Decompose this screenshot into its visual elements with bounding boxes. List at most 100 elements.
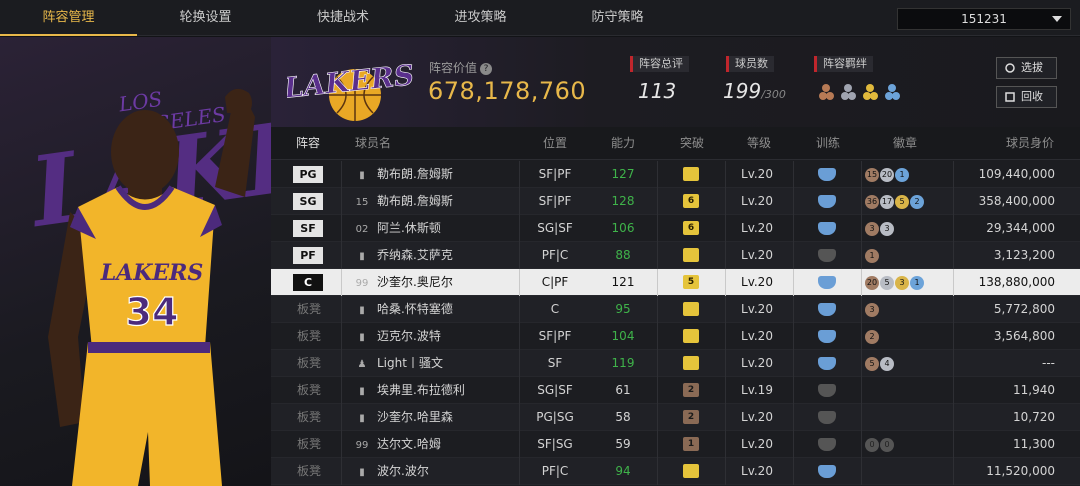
chevron-down-icon [1052,16,1062,22]
divider [341,242,342,269]
badge-icon: 15 [865,167,879,182]
divider [657,377,658,404]
player-name[interactable]: 勒布朗.詹姆斯 [377,194,453,208]
training-shield-icon[interactable] [818,168,836,181]
slot-badge: SG [293,193,323,210]
badge-icon: 1 [910,275,924,290]
training-shield-icon[interactable] [818,357,836,370]
player-name[interactable]: 阿兰.休斯顿 [377,221,441,235]
bond-icon-3[interactable] [863,84,878,100]
player-name[interactable]: 迈克尔.波特 [377,329,441,343]
player-ability: 119 [611,356,635,370]
slot-label: 板凳 [297,302,322,316]
help-icon[interactable]: ? [480,62,493,75]
badge-list[interactable]: 00 [865,431,895,458]
bond-icon-4[interactable] [885,84,900,100]
badge-list[interactable]: 15 20 1 [865,161,910,188]
signal-icon: ▮ [359,467,365,478]
breakthrough-crown-icon[interactable]: 5 [683,275,699,289]
breakthrough-crown-icon[interactable] [683,167,699,181]
recycle-button[interactable]: 回收 [996,86,1057,108]
bond-icon-1[interactable] [819,84,834,100]
training-shield-icon[interactable] [818,465,836,478]
player-level: Lv.20 [741,167,773,181]
player-name[interactable]: 哈桑.怀特塞德 [377,302,453,316]
training-shield-icon[interactable] [818,384,836,397]
col-training[interactable]: 训练 [816,127,840,160]
badge-icon: 2 [910,194,924,209]
table-row[interactable]: C 99 沙奎尔.奥尼尔 C|PF 121 5 Lv.20 20 5 3 1 138,880,000 [271,269,1080,296]
breakthrough-crown-icon[interactable]: 2 [683,410,699,424]
breakthrough-crown-icon[interactable]: 1 [683,437,699,451]
player-worth: 11,940 [1013,383,1055,397]
table-row[interactable]: 板凳 ▮ 迈克尔.波特 SF|PF 104 Lv.20 2 3,564,800 [271,323,1080,350]
table-row[interactable]: 板凳 ▮ 波尔.波尔 PF|C 94 Lv.20 11,520,000 [271,458,1080,485]
table-row[interactable]: 板凳 ▮ 埃弗里.布拉德利 SG|SF 61 2 Lv.19 11,940 [271,377,1080,404]
tab-quick-tactics[interactable]: 快捷战术 [274,0,412,36]
player-name[interactable]: 乔纳森.艾萨克 [377,248,453,262]
divider [861,161,862,188]
player-name[interactable]: 波尔.波尔 [377,464,429,478]
table-row[interactable]: 板凳 ▮ 哈桑.怀特塞德 C 95 Lv.20 3 5,772,800 [271,296,1080,323]
table-row[interactable]: SG 15 勒布朗.詹姆斯 SF|PF 128 6 Lv.20 36 17 5 2 358,400,0… [271,188,1080,215]
player-name[interactable]: 埃弗里.布拉德利 [377,383,465,397]
training-shield-icon[interactable] [818,195,836,208]
team-select[interactable]: 151231 [897,8,1071,30]
breakthrough-crown-icon[interactable]: 6 [683,221,699,235]
table-row[interactable]: 板凳 ♟ Light丨骚文 SF 119 Lv.20 5 4 --- [271,350,1080,377]
col-worth[interactable]: 球员身价 [1006,127,1054,160]
badge-list[interactable]: 2 [865,323,880,350]
player-name[interactable]: 勒布朗.詹姆斯 [377,167,453,181]
player-name[interactable]: Light丨骚文 [377,356,443,370]
badge-list[interactable]: 3 [865,296,880,323]
breakthrough-crown-icon[interactable] [683,248,699,262]
jersey-number-text: 34 [126,290,179,334]
player-name[interactable]: 达尔文.哈姆 [377,437,441,451]
slot-badge: PF [293,247,323,264]
tab-rotation[interactable]: 轮换设置 [137,0,274,36]
breakthrough-crown-icon[interactable] [683,464,699,478]
table-row[interactable]: PF ▮ 乔纳森.艾萨克 PF|C 88 Lv.20 1 3,123,200 [271,242,1080,269]
training-shield-icon[interactable] [818,330,836,343]
training-shield-icon[interactable] [818,438,836,451]
col-level[interactable]: 等级 [747,127,771,160]
training-shield-icon[interactable] [818,276,836,289]
player-name[interactable]: 沙奎尔.哈里森 [377,410,453,424]
divider [861,188,862,215]
col-name[interactable]: 球员名 [355,127,391,160]
col-breakthrough[interactable]: 突破 [680,127,704,160]
table-row[interactable]: SF 02 阿兰.休斯顿 SG|SF 106 6 Lv.20 3 3 29,344,000 [271,215,1080,242]
badge-icon: 3 [895,275,909,290]
col-badges[interactable]: 徽章 [893,127,917,160]
breakthrough-crown-icon[interactable] [683,329,699,343]
badge-list[interactable]: 20 5 3 1 [865,269,925,296]
player-name[interactable]: 沙奎尔.奥尼尔 [377,275,453,289]
col-position[interactable]: 位置 [543,127,567,160]
training-shield-icon[interactable] [818,411,836,424]
pick-button[interactable]: 选拔 [996,57,1057,79]
badge-list[interactable]: 1 [865,242,880,269]
player-level: Lv.20 [741,194,773,208]
training-shield-icon[interactable] [818,222,836,235]
divider [657,161,658,188]
breakthrough-crown-icon[interactable]: 6 [683,194,699,208]
bond-icon-2[interactable] [841,84,856,100]
table-row[interactable]: PG ▮ 勒布朗.詹姆斯 SF|PF 127 Lv.20 15 20 1 109,440,000 [271,161,1080,188]
breakthrough-crown-icon[interactable] [683,356,699,370]
training-shield-icon[interactable] [818,249,836,262]
badge-list[interactable]: 36 17 5 2 [865,188,925,215]
badge-list[interactable]: 33 [865,215,895,242]
tab-offense[interactable]: 进攻策略 [412,0,549,36]
divider [793,188,794,215]
breakthrough-crown-icon[interactable] [683,302,699,316]
col-lineup[interactable]: 阵容 [296,127,320,160]
table-row[interactable]: 板凳 ▮ 沙奎尔.哈里森 PG|SG 58 2 Lv.20 10,720 [271,404,1080,431]
tab-lineup[interactable]: 阵容管理 [0,0,137,36]
training-shield-icon[interactable] [818,303,836,316]
tab-defense[interactable]: 防守策略 [549,0,686,36]
breakthrough-crown-icon[interactable]: 2 [683,383,699,397]
table-row[interactable]: 板凳 99 达尔文.哈姆 SF|SG 59 1 Lv.20 0 0 11,300 [271,431,1080,458]
badge-list[interactable]: 54 [865,350,895,377]
player-position: C [550,302,560,316]
col-ability[interactable]: 能力 [611,127,635,160]
